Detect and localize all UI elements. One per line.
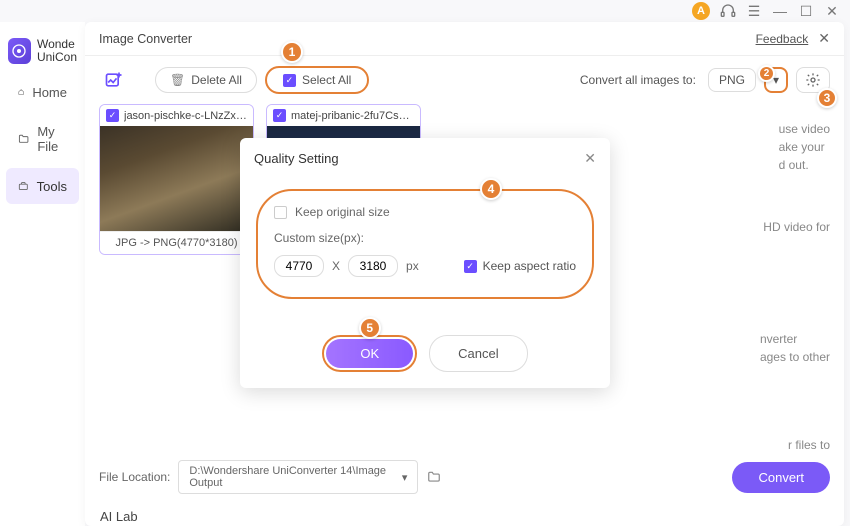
sidebar-item-label: Tools (37, 179, 67, 194)
quality-settings-button[interactable]: 3 (796, 67, 830, 93)
height-input[interactable] (348, 255, 398, 277)
add-images-button[interactable] (99, 66, 129, 94)
support-icon[interactable] (720, 3, 736, 19)
tutorial-tag-2: 2 (758, 65, 775, 82)
thumbnail-preview (100, 126, 253, 231)
tutorial-tag-3: 3 (817, 88, 837, 108)
px-label: px (406, 259, 419, 273)
dialog-footer: 5 OK Cancel (240, 319, 610, 388)
thumbnail-filename: jason-pischke-c-LNzZxJtZ... (124, 110, 247, 122)
folder-icon (18, 131, 29, 147)
folder-icon (426, 470, 442, 484)
delete-all-button[interactable]: 🗑 Delete All (155, 67, 257, 93)
bottom-bar: File Location: D:\Wondershare UniConvert… (85, 450, 844, 504)
dialog-header: Quality Setting ✕ (240, 138, 610, 179)
keep-ratio-label: Keep aspect ratio (483, 259, 576, 273)
tutorial-tag-4: 4 (480, 178, 502, 200)
menu-icon[interactable]: ☰ (746, 3, 762, 19)
user-avatar[interactable]: A (692, 2, 710, 20)
chevron-down-icon: ▾ (402, 471, 408, 484)
file-location-dropdown[interactable]: D:\Wondershare UniConverter 14\Image Out… (178, 460, 418, 494)
panel-title: Image Converter (99, 32, 756, 46)
toolbar: 🗑 Delete All ✓ Select All 1 Convert all … (85, 56, 844, 104)
keep-original-label: Keep original size (295, 205, 390, 219)
background-text: nverter ages to other (746, 320, 844, 376)
close-dialog-icon[interactable]: ✕ (584, 150, 596, 167)
sidebar: Wonde UniCon Home My File Tools (0, 22, 85, 526)
ok-button[interactable]: OK (326, 339, 413, 368)
keep-original-checkbox[interactable] (274, 206, 287, 219)
thumbnail-footer: JPG -> PNG(4770*3180) (100, 231, 253, 254)
quality-setting-dialog: Quality Setting ✕ 4 Keep original size C… (240, 138, 610, 388)
tutorial-tag-5: 5 (359, 317, 381, 339)
format-dropdown[interactable]: PNG (708, 68, 756, 92)
dialog-title: Quality Setting (254, 151, 339, 166)
select-all-button[interactable]: ✓ Select All (265, 66, 369, 94)
custom-size-label: Custom size(px): (274, 231, 576, 245)
ai-lab-label: AI Lab (100, 509, 138, 524)
open-folder-button[interactable] (426, 470, 442, 484)
brand: Wonde UniCon (0, 32, 85, 70)
gear-icon (805, 72, 821, 88)
sidebar-item-label: My File (37, 124, 67, 154)
file-location-path: D:\Wondershare UniConverter 14\Image Out… (189, 465, 401, 489)
tutorial-tag-1: 1 (281, 41, 303, 63)
window-titlebar: A ☰ — ☐ ✕ (682, 0, 850, 22)
close-panel-icon[interactable]: ✕ (818, 30, 830, 47)
select-all-label: Select All (302, 73, 351, 87)
checkbox-checked-icon[interactable]: ✓ (273, 109, 286, 122)
add-image-icon (104, 70, 124, 90)
brand-logo-icon (8, 38, 31, 64)
close-window-icon[interactable]: ✕ (824, 3, 840, 19)
convert-button[interactable]: Convert (732, 462, 830, 493)
feedback-link[interactable]: Feedback (756, 32, 809, 46)
checkbox-checked-icon: ✓ (283, 74, 296, 87)
checkbox-checked-icon[interactable]: ✓ (106, 109, 119, 122)
sidebar-item-home[interactable]: Home (6, 74, 79, 110)
sidebar-item-myfiles[interactable]: My File (6, 114, 79, 164)
format-value: PNG (719, 73, 745, 87)
cancel-button[interactable]: Cancel (429, 335, 527, 372)
custom-size-section: 4 Keep original size Custom size(px): X … (256, 189, 594, 299)
sidebar-item-label: Home (32, 85, 67, 100)
delete-all-label: Delete All (191, 73, 242, 87)
home-icon (18, 84, 24, 100)
width-input[interactable] (274, 255, 324, 277)
toolbox-icon (18, 178, 29, 194)
background-text: HD video for (749, 208, 844, 246)
convert-to-label: Convert all images to: (580, 73, 696, 87)
maximize-icon[interactable]: ☐ (798, 3, 814, 19)
format-expand-button[interactable]: ▾ 2 (764, 67, 788, 93)
minimize-icon[interactable]: — (772, 3, 788, 19)
trash-icon: 🗑 (170, 73, 185, 87)
keep-ratio-checkbox[interactable]: ✓ (464, 260, 477, 273)
thumbnail-filename: matej-pribanic-2fu7CskIT... (291, 110, 414, 122)
sidebar-item-tools[interactable]: Tools (6, 168, 79, 204)
brand-text: Wonde UniCon (37, 38, 77, 64)
background-text: use video ake your d out. (765, 110, 844, 184)
panel-header: Image Converter Feedback ✕ (85, 22, 844, 56)
dimension-x: X (332, 259, 340, 273)
file-location-label: File Location: (99, 470, 170, 484)
thumbnail-item[interactable]: ✓ jason-pischke-c-LNzZxJtZ... JPG -> PNG… (99, 104, 254, 255)
ok-highlight: 5 OK (322, 335, 417, 372)
